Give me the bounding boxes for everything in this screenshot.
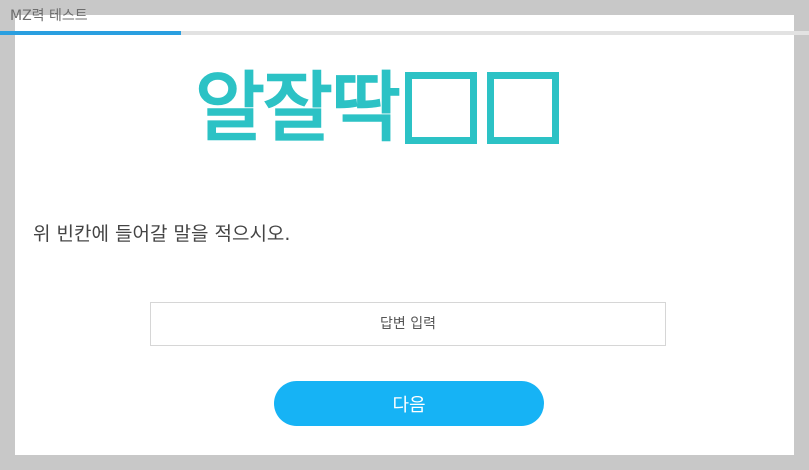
blank-box-2 xyxy=(486,72,559,144)
quiz-word-prefix: 알잘딱 xyxy=(195,63,401,152)
test-title: MZ력 테스트 xyxy=(10,8,88,24)
blank-box-1 xyxy=(404,72,477,144)
next-button[interactable]: 다음 xyxy=(274,381,544,426)
quiz-word: 알잘딱 xyxy=(195,58,615,158)
quiz-window: MZ력 테스트 알잘딱 위 빈칸에 들어갈 말을 적으시오. 다음 xyxy=(0,0,809,470)
question-text: 위 빈칸에 들어갈 말을 적으시오. xyxy=(33,223,291,245)
progress-bar xyxy=(0,31,809,35)
answer-input[interactable] xyxy=(150,302,666,346)
progress-fill xyxy=(0,31,182,35)
progress-track xyxy=(0,31,809,35)
